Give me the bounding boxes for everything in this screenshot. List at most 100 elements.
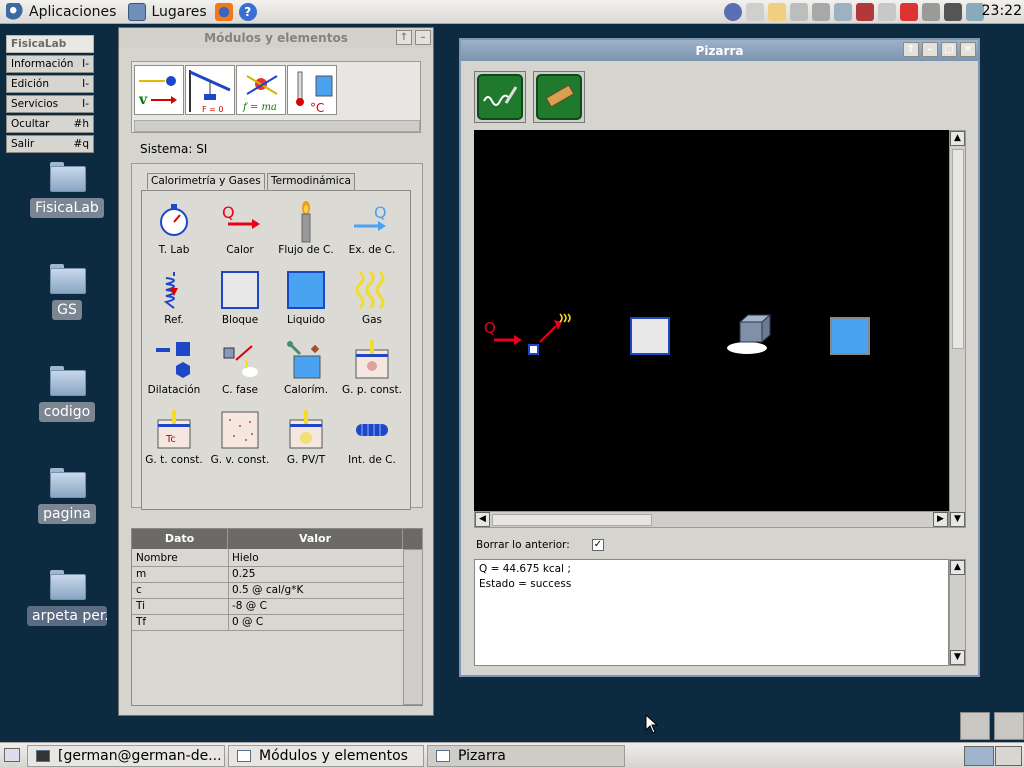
element-g-t-const[interactable]: Tc G. t. const. [141,410,207,466]
desktop-icon-codigo[interactable]: codigo [27,366,107,425]
scroll-right-button[interactable]: ▶ [933,512,948,527]
element-t-lab[interactable]: T. Lab [141,200,207,256]
scissors-icon[interactable] [878,3,896,21]
wrench-icon[interactable] [812,3,830,21]
close-button[interactable]: ✕ [960,42,976,57]
menu-item-servicios[interactable]: Servicios I- [6,95,94,113]
desktop-icon-fisicalab[interactable]: FisicaLab [27,162,107,221]
borrar-checkbox[interactable]: ✓ [592,539,604,551]
firefox-icon[interactable] [214,2,233,21]
canvas-block[interactable] [630,317,670,355]
cell-valor[interactable]: -8 @ C [232,600,267,612]
pizarra-titlebar[interactable]: Pizarra ↑ – □ ✕ [461,40,978,61]
tool-icon[interactable] [746,3,764,21]
show-desktop-icon[interactable] [4,748,20,762]
element-g-pv-t[interactable]: G. PV/T [273,410,339,466]
element-calorim[interactable]: Calorím. [273,340,339,396]
workspace-2[interactable] [995,746,1022,766]
menu-item-informacion[interactable]: Información I- [6,55,94,73]
network-icon[interactable] [724,3,742,21]
shade-button[interactable]: ↑ [396,30,412,45]
cell-valor[interactable]: 0 @ C [232,616,263,628]
canvas-heat-arrow[interactable] [494,335,522,345]
canvas-heat-out-arrow[interactable] [539,320,562,343]
eraser-button[interactable] [533,71,585,123]
scroll-down-button[interactable]: ▼ [950,512,965,527]
element-c-fase[interactable]: C. fase [207,340,273,396]
desktop-icon-pagina[interactable]: pagina [27,468,107,527]
output-console[interactable]: Q = 44.675 kcal ; Estado = success [474,559,949,666]
output-vscrollbar[interactable]: ▲ ▼ [949,559,966,666]
shade-button[interactable]: ↑ [903,42,919,57]
element-calor[interactable]: Q Calor [207,200,273,256]
task-modulos[interactable]: Módulos y elementos [228,745,424,767]
volume-icon[interactable] [922,3,940,21]
workspace-1[interactable] [964,746,994,766]
tab-calorimetria[interactable]: Calorimetría y Gases [147,173,265,190]
module-estatica-button[interactable]: F = 0 [185,65,235,115]
desktop-icon-gs[interactable]: GS [27,264,107,323]
canvas-liquid[interactable] [830,317,870,355]
table-row[interactable]: c 0.5 @ cal/g*K [132,583,403,599]
pen-icon[interactable] [790,3,808,21]
download-icon[interactable] [900,3,918,21]
canvas-ice-cube[interactable] [727,313,772,354]
applications-menu[interactable]: Aplicaciones [0,0,122,24]
scroll-up-button[interactable]: ▲ [950,131,965,146]
element-ex-de-c[interactable]: Q Ex. de C. [339,200,405,256]
element-g-v-const[interactable]: G. v. const. [207,410,273,466]
applet-icon[interactable] [768,3,786,21]
table-row[interactable]: Ti -8 @ C [132,599,403,615]
table-scrollbar[interactable] [403,549,423,705]
element-bloque[interactable]: Bloque [207,270,273,326]
clock[interactable]: 23:22 [982,3,1022,19]
scroll-down-button[interactable]: ▼ [950,650,965,665]
display-icon[interactable] [944,3,962,21]
modules-titlebar[interactable]: Módulos y elementos ↑ – [119,28,433,48]
hscroll-thumb[interactable] [492,514,652,526]
menu-item-ocultar[interactable]: Ocultar #h [6,115,94,133]
element-g-p-const[interactable]: G. p. const. [339,340,405,396]
module-cinematica-button[interactable]: v [134,65,184,115]
pizarra-canvas[interactable]: Q [474,130,949,511]
cell-valor[interactable]: 0.5 @ cal/g*K [232,584,303,596]
task-terminal[interactable]: [german@german-de... [27,745,225,767]
cell-valor[interactable]: 0.25 [232,568,255,580]
package-icon[interactable] [856,3,874,21]
maximize-button[interactable]: □ [941,42,957,57]
canvas-vscrollbar[interactable]: ▲ ▼ [949,130,966,528]
table-row[interactable]: Tf 0 @ C [132,615,403,631]
scroll-left-button[interactable]: ◀ [475,512,490,527]
places-menu[interactable]: Lugares [122,0,212,24]
module-dinamica-button[interactable]: f = ma [236,65,286,115]
minimize-button[interactable]: – [415,30,431,45]
table-row[interactable]: m 0.25 [132,567,403,583]
task-pizarra[interactable]: Pizarra [427,745,625,767]
cell-valor[interactable]: Hielo [232,552,259,564]
element-int-de-c[interactable]: Int. de C. [339,410,405,466]
column-header-dato[interactable]: Dato [132,529,228,549]
help-icon[interactable]: ? [238,2,257,21]
element-dilatacion[interactable]: Dilatación [141,340,207,396]
module-calor-button[interactable]: °C [287,65,337,115]
table-row[interactable]: Nombre Hielo [132,551,403,567]
canvas-hscrollbar[interactable]: ◀ ▶ [474,511,949,528]
solve-button[interactable] [474,71,526,123]
column-header-valor[interactable]: Valor [228,529,403,549]
menu-item-salir[interactable]: Salir #q [6,135,94,153]
element-ref[interactable]: Ref. [141,270,207,326]
menu-item-edicion[interactable]: Edición I- [6,75,94,93]
canvas-node[interactable] [528,344,539,355]
desktop-icon-carpeta-personal[interactable]: arpeta per... [27,570,107,629]
scroll-up-button[interactable]: ▲ [950,560,965,575]
element-flujo[interactable]: Flujo de C. [273,200,339,256]
dock-paint-icon[interactable] [994,712,1024,740]
minimize-button[interactable]: – [922,42,938,57]
tab-termodinamica[interactable]: Termodinámica [267,173,355,190]
element-liquido[interactable]: Liquido [273,270,339,326]
scroll-thumb[interactable] [952,149,964,349]
screenshot-icon[interactable] [834,3,852,21]
element-gas[interactable]: Gas [339,270,405,326]
dock-tool-icon[interactable] [960,712,990,740]
menu-title[interactable]: FisicaLab [6,35,94,53]
